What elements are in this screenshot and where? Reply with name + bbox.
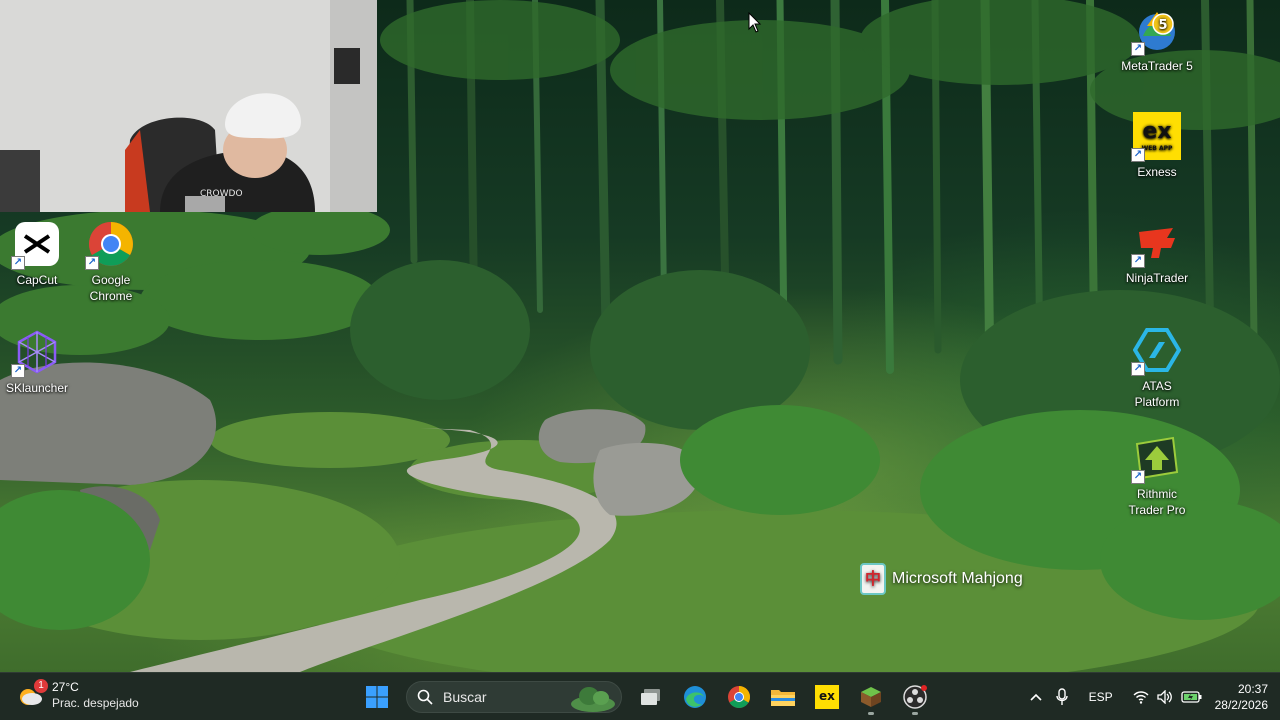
clock-time: 20:37 — [1237, 682, 1268, 696]
show-hidden-icons-button[interactable] — [1023, 673, 1049, 720]
desktop-icon-ninjatrader[interactable]: ↗ NinjaTrader — [1120, 218, 1194, 286]
chrome-icon — [728, 686, 750, 708]
wifi-icon — [1133, 691, 1149, 704]
desktop-icon-label: SKlauncher — [5, 381, 69, 395]
obs-icon — [903, 685, 927, 709]
webcam-overlay: CROWDO — [0, 0, 377, 212]
shortcut-arrow-icon: ↗ — [1131, 42, 1145, 56]
exness-icon: ex — [815, 685, 839, 709]
ninjatrader-icon: ↗ — [1131, 218, 1181, 268]
chrome-icon: ↗ — [85, 220, 135, 270]
microphone-button[interactable] — [1049, 673, 1075, 720]
desktop-icon-sklauncher[interactable]: ↗ SKlauncher — [0, 328, 74, 396]
shortcut-arrow-icon: ↗ — [1131, 362, 1145, 376]
desktop-icon-atas[interactable]: ↗ ATAS Platform — [1120, 326, 1194, 410]
taskbar-obs-button[interactable] — [896, 678, 934, 716]
search-placeholder: Buscar — [443, 689, 487, 705]
exness-sub-text: WEB APP — [1142, 145, 1173, 152]
taskbar-exness-button[interactable]: ex — [808, 678, 846, 716]
weather-sun-icon: 1 — [16, 679, 48, 709]
taskbar: 1 27°C Prac. despejado Buscar ex ESP 20:… — [0, 672, 1280, 720]
capcut-icon: ↗ — [11, 220, 61, 270]
desktop-icon-label: CapCut — [16, 273, 58, 287]
desktop-icon-capcut[interactable]: ↗ CapCut — [0, 220, 74, 288]
desktop-icon-label: Google Chrome — [89, 273, 133, 303]
desktop-icon-label: NinjaTrader — [1125, 271, 1189, 285]
desktop-icon-label: Exness — [1137, 165, 1177, 179]
webcam-person-image: CROWDO — [0, 0, 377, 212]
exness-taskbar-text: ex — [819, 689, 835, 703]
microsoft-mahjong-widget[interactable]: 中 Microsoft Mahjong — [860, 562, 1023, 596]
weather-temperature: 27°C — [52, 680, 79, 694]
mahjong-label: Microsoft Mahjong — [892, 570, 1023, 587]
edge-icon — [684, 686, 706, 708]
shortcut-arrow-icon: ↗ — [1131, 148, 1145, 162]
shortcut-arrow-icon: ↗ — [1131, 254, 1145, 268]
mouse-cursor-icon — [748, 11, 762, 39]
volume-icon — [1156, 690, 1172, 704]
taskbar-minecraft-button[interactable] — [852, 678, 890, 716]
desktop-icon-label: MetaTrader 5 — [1121, 59, 1193, 73]
language-indicator[interactable]: ESP — [1075, 673, 1127, 720]
chevron-up-icon — [1030, 693, 1042, 701]
exness-logo-text: ex — [1142, 119, 1171, 144]
exness-icon: ex WEB APP ↗ — [1131, 112, 1181, 162]
desktop-icon-metatrader5[interactable]: 5 ↗ MetaTrader 5 — [1120, 6, 1194, 74]
shortcut-arrow-icon: ↗ — [85, 256, 99, 270]
task-view-button[interactable] — [632, 678, 670, 716]
system-tray: ESP 20:37 28/2/2026 — [1023, 673, 1280, 720]
network-volume-battery-group[interactable] — [1127, 673, 1209, 720]
weather-description: Prac. despejado — [52, 696, 139, 710]
sklauncher-cube-icon: ↗ — [11, 328, 61, 378]
shortcut-arrow-icon: ↗ — [11, 256, 25, 270]
weather-notification-badge: 1 — [34, 679, 48, 693]
minecraft-grass-block-icon — [861, 687, 881, 707]
taskbar-file-explorer-button[interactable] — [764, 678, 802, 716]
desktop-icon-label: Rithmic Trader Pro — [1128, 487, 1186, 517]
windows-logo-icon — [366, 686, 388, 708]
taskbar-pinned-apps: Buscar ex — [358, 677, 934, 717]
rithmic-icon: ↗ — [1131, 434, 1181, 484]
battery-charging-icon — [1180, 691, 1202, 703]
running-indicator — [912, 712, 918, 715]
running-indicator — [868, 712, 874, 715]
taskbar-edge-button[interactable] — [676, 678, 714, 716]
svg-text:CROWDO: CROWDO — [200, 189, 243, 199]
desktop-icon-rithmic[interactable]: ↗ Rithmic Trader Pro — [1120, 434, 1194, 518]
metatrader-icon: 5 ↗ — [1131, 6, 1181, 56]
search-icon — [417, 689, 433, 705]
atas-icon: ↗ — [1131, 326, 1182, 376]
mahjong-tile-icon: 中 — [860, 563, 886, 595]
task-view-icon — [641, 689, 660, 705]
taskbar-search-box[interactable]: Buscar — [406, 681, 622, 713]
desktop-icon-label: ATAS Platform — [1134, 379, 1180, 409]
clock-date: 28/2/2026 — [1214, 698, 1268, 712]
desktop-icon-exness[interactable]: ex WEB APP ↗ Exness — [1120, 112, 1194, 180]
metatrader-badge: 5 — [1158, 18, 1167, 33]
weather-widget[interactable]: 1 27°C Prac. despejado — [16, 679, 139, 711]
clock[interactable]: 20:37 28/2/2026 — [1209, 673, 1280, 720]
shortcut-arrow-icon: ↗ — [11, 364, 25, 378]
desktop-icon-chrome[interactable]: ↗ Google Chrome — [74, 220, 148, 304]
search-highlight-image — [571, 687, 615, 712]
svg-text:中: 中 — [865, 569, 881, 588]
microphone-icon — [1055, 688, 1068, 705]
start-button[interactable] — [358, 678, 396, 716]
shortcut-arrow-icon: ↗ — [1131, 470, 1145, 484]
folder-icon — [771, 690, 795, 706]
taskbar-chrome-button[interactable] — [720, 678, 758, 716]
